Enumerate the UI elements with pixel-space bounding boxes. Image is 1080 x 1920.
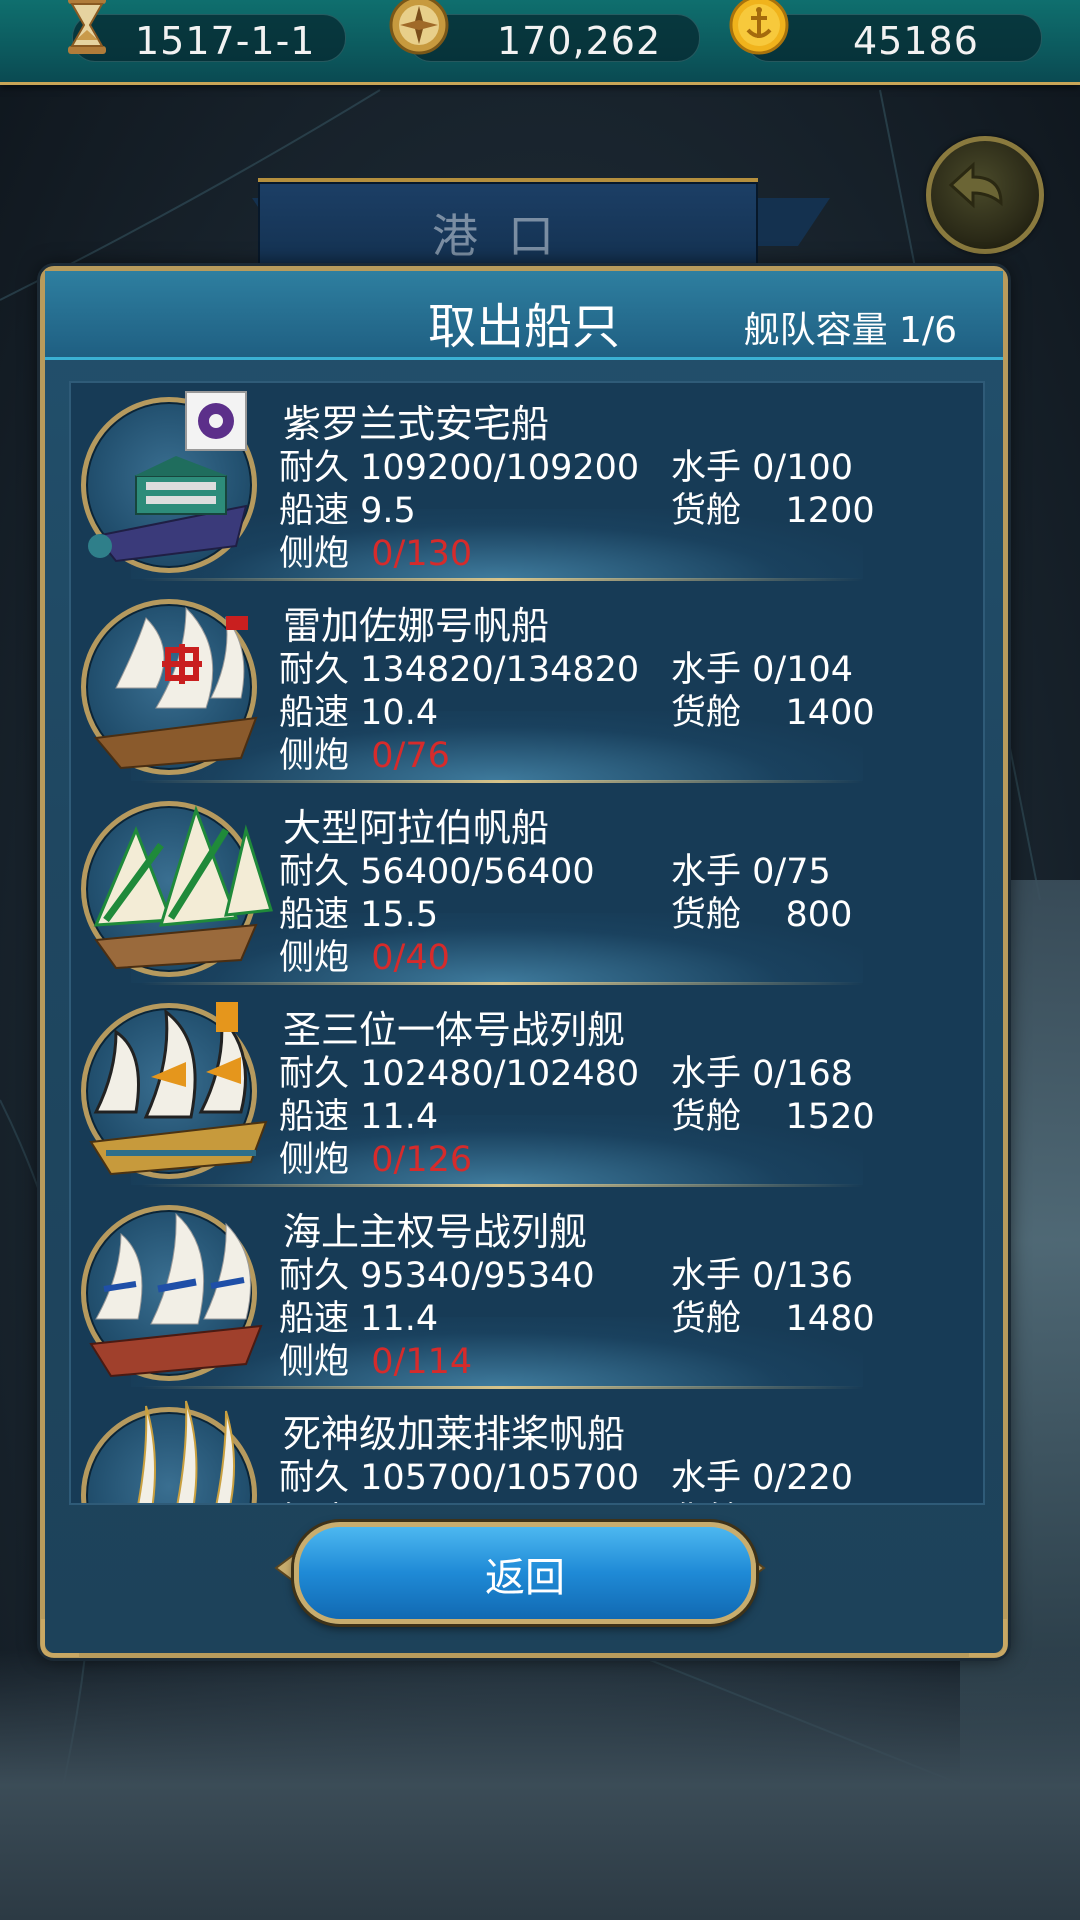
ship-row[interactable]: 雷加佐娜号帆船 耐久 134820/134820 船速 10.4 侧炮 0/76… [71, 585, 983, 787]
corner-ornament [969, 1619, 1007, 1657]
cannon-stat: 侧炮 0/40 [279, 938, 450, 978]
ship-portrait [81, 1400, 257, 1503]
return-button[interactable]: 返回 [294, 1522, 756, 1624]
row-divider [141, 1184, 863, 1187]
speed-stat: 船速 [279, 1492, 360, 1503]
ship-image [89, 1212, 263, 1378]
row-divider [141, 982, 863, 985]
port-banner-right-wing [750, 198, 830, 246]
ship-portrait [81, 1205, 263, 1381]
ship-image [89, 1002, 268, 1176]
take-out-ship-dialog: 取出船只 舰队容量 1/6 紫罗兰式安宅船 耐久 109200/109200 船… [40, 266, 1008, 1658]
cannon-stat: 侧炮 0/76 [279, 736, 450, 776]
ship-image [93, 805, 273, 970]
gold-coin-icon [729, 0, 789, 55]
date-value: 1517-1-1 [135, 19, 316, 63]
back-arrow-icon [948, 161, 1003, 209]
fleet-capacity: 舰队容量 1/6 [743, 310, 957, 351]
ship-portrait [81, 801, 273, 977]
ship-image [88, 391, 248, 563]
hourglass-icon [68, 0, 106, 54]
ship-portrait [81, 391, 257, 573]
row-divider [141, 1386, 863, 1389]
cannon-stat: 侧炮 0/130 [279, 534, 473, 574]
ship-image [94, 606, 258, 770]
ship-row[interactable]: 圣三位一体号战列舰 耐久 102480/102480 船速 11.4 侧炮 0/… [71, 989, 983, 1191]
row-divider [141, 780, 863, 783]
ship-list[interactable]: 紫罗兰式安宅船 耐久 109200/109200 船速 9.5 侧炮 0/130… [69, 381, 985, 1505]
corner-ornament [41, 1619, 79, 1657]
ship-row[interactable]: 海上主权号战列舰 耐久 95340/95340 船速 11.4 侧炮 0/114… [71, 1191, 983, 1393]
dialog-header: 取出船只 舰队容量 1/6 [45, 271, 1003, 360]
cannon-stat: 侧炮 0/114 [279, 1342, 473, 1382]
compass-icon [389, 0, 449, 55]
ship-row[interactable]: 死神级加莱排桨帆船 耐久 105700/105700 船速 水手 0/220 货… [71, 1393, 983, 1503]
cargo-stat: 货舱 1520 [671, 1097, 875, 1137]
ship-row[interactable]: 大型阿拉伯帆船 耐久 56400/56400 船速 15.5 侧炮 0/40 水… [71, 787, 983, 989]
cargo-stat: 货舱 800 [671, 895, 853, 935]
cargo-stat: 货舱 1200 [671, 491, 875, 531]
cargo-stat: 货舱 1480 [671, 1299, 875, 1339]
row-divider [141, 578, 863, 581]
resource-bar: 1517-1-1 170,262 45186 [0, 0, 1080, 85]
ship-image [137, 1400, 236, 1503]
ship-portrait [81, 599, 258, 775]
cargo-stat: 货舱 [671, 1492, 741, 1503]
port-title: 港口 [432, 209, 584, 263]
port-banner: 港口 [258, 178, 758, 274]
back-button[interactable] [926, 136, 1044, 254]
ship-portrait [81, 1002, 268, 1179]
return-button-label: 返回 [485, 1555, 565, 1601]
cargo-stat: 货舱 1400 [671, 693, 875, 733]
cannon-stat: 侧炮 0/126 [279, 1140, 473, 1180]
sea-scenery [0, 1650, 1080, 1920]
ship-row[interactable]: 紫罗兰式安宅船 耐久 109200/109200 船速 9.5 侧炮 0/130… [71, 383, 983, 585]
exploration-value: 170,262 [497, 19, 662, 63]
gold-value: 45186 [853, 19, 979, 63]
